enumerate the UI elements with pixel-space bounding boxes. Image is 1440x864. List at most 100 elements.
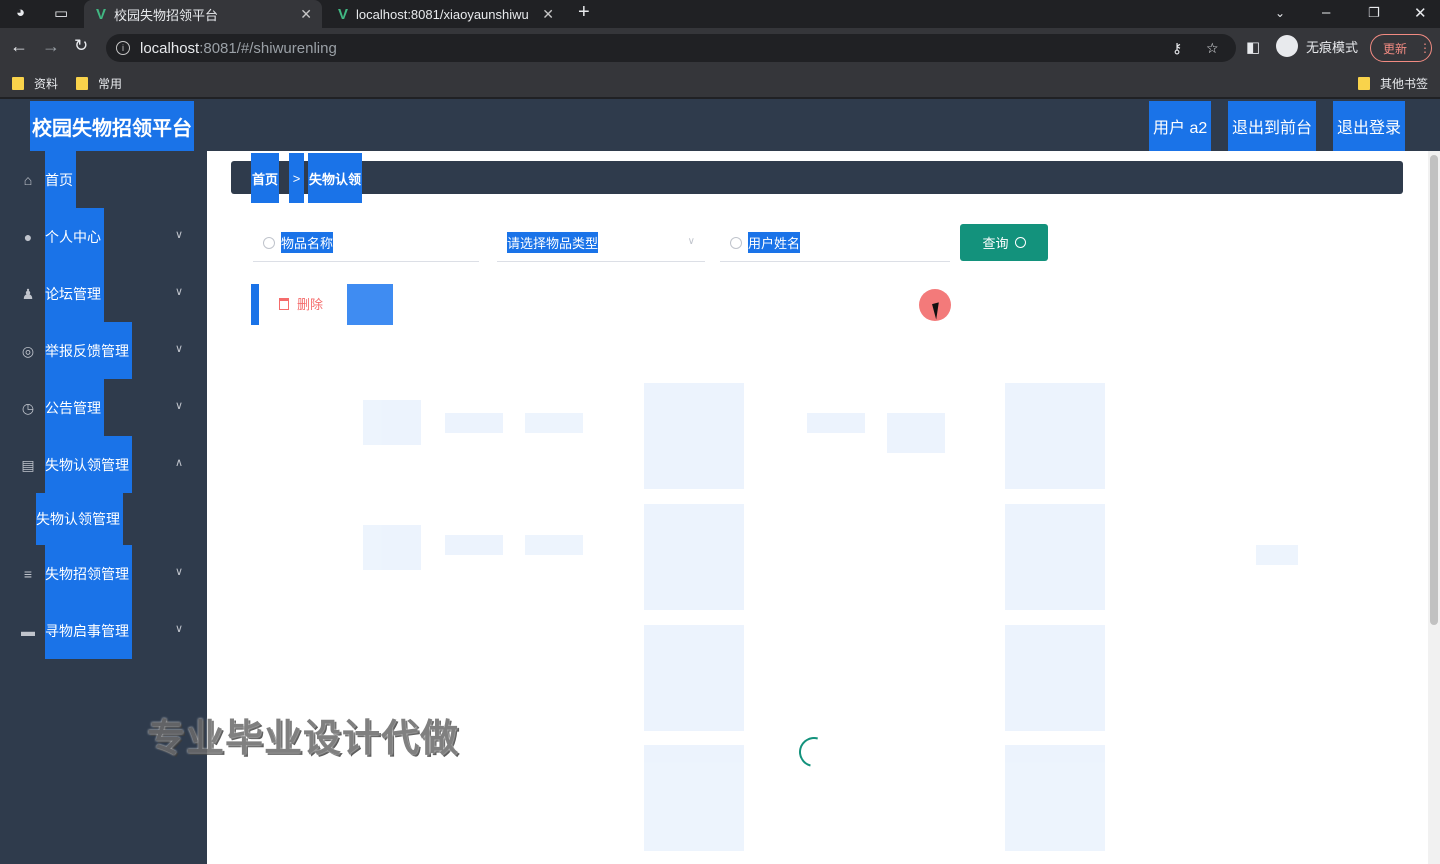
sidebar-item-lost-found[interactable]: ≡ 失物招领管理 ∨ xyxy=(0,545,207,602)
sidebar-item-search-notice[interactable]: ▬ 寻物启事管理 ∨ xyxy=(0,602,207,659)
exit-to-front-button[interactable]: 退出到前台 xyxy=(1228,101,1317,151)
key-icon[interactable]: ⚷ xyxy=(1172,34,1182,62)
table-image-placeholder xyxy=(644,625,744,731)
delete-label: 删除 xyxy=(297,297,324,312)
table-cell-placeholder xyxy=(445,535,503,555)
circle-icon: ◎ xyxy=(21,343,35,359)
home-icon: ⌂ xyxy=(23,172,33,188)
table-cell-placeholder xyxy=(1256,545,1298,565)
user-name-placeholder: 用户姓名 xyxy=(748,232,801,253)
sidebar-item-label: 失物招领管理 xyxy=(45,545,132,602)
search-icon xyxy=(1014,237,1026,248)
sidebar-item-label: 举报反馈管理 xyxy=(45,322,132,379)
sidebar-item-forum[interactable]: ♟ 论坛管理 ∨ xyxy=(0,265,207,322)
breadcrumb-home[interactable]: 首页 xyxy=(251,153,280,203)
folder-icon xyxy=(12,77,24,90)
scrollbar-thumb[interactable] xyxy=(1430,155,1438,625)
bookmark-label: 其他书签 xyxy=(1380,77,1429,91)
clock-icon: ◷ xyxy=(21,400,35,416)
breadcrumb-separator: > xyxy=(289,153,304,203)
user-label: 用户 a2 xyxy=(1149,101,1212,151)
folder-icon xyxy=(1358,77,1370,90)
chevron-down-icon: ∨ xyxy=(175,566,184,578)
query-label: 查询 xyxy=(982,236,1009,251)
table-image-placeholder xyxy=(1005,745,1105,851)
list-icon: ≡ xyxy=(23,566,33,582)
back-icon[interactable]: ← xyxy=(10,36,28,57)
table-image-placeholder xyxy=(1005,625,1105,731)
bookmark-label: 资料 xyxy=(34,77,59,91)
sidebar-item-label: 论坛管理 xyxy=(45,265,104,322)
star-icon[interactable]: ☆ xyxy=(1206,34,1219,62)
action-button[interactable] xyxy=(347,284,393,325)
main-scrollbar[interactable] xyxy=(1428,151,1440,864)
url-host: localhost xyxy=(140,39,200,57)
search-icon xyxy=(263,236,275,249)
delete-button[interactable]: 删除 xyxy=(279,294,323,313)
incognito-label: 无痕模式 xyxy=(1306,39,1359,55)
item-type-select[interactable]: 请选择物品类型 ∨ xyxy=(497,224,705,262)
sidebar-item-label: 公告管理 xyxy=(45,379,104,436)
restore-icon[interactable]: ❐ xyxy=(1368,5,1380,21)
table-cell-placeholder xyxy=(363,525,421,570)
minimize-icon[interactable]: – xyxy=(1322,4,1330,21)
breadcrumb: 首页 > 失物认领 xyxy=(231,153,1403,203)
window-close-icon[interactable]: ✕ xyxy=(1414,4,1427,22)
chevron-down-icon: ∨ xyxy=(175,400,184,412)
sidebar-item-personal-center[interactable]: ● 个人中心 ∨ xyxy=(0,208,207,265)
close-icon[interactable]: ✕ xyxy=(542,6,554,23)
update-button[interactable]: 更新 ⋮ xyxy=(1370,34,1432,62)
bookmarks-bar: 资料 常用 其他书签 xyxy=(0,68,1440,98)
sidebar-item-claim[interactable]: ▤ 失物认领管理 ∧ xyxy=(0,436,207,493)
search-icon xyxy=(730,236,742,249)
table-image-placeholder xyxy=(1005,504,1105,610)
sidepanel-icon[interactable]: ◧ xyxy=(1246,38,1260,56)
chevron-up-icon: ∧ xyxy=(175,457,184,469)
sidebar-item-report[interactable]: ◎ 举报反馈管理 ∨ xyxy=(0,322,207,379)
close-icon[interactable]: ✕ xyxy=(300,6,312,23)
bookmark-folder-data[interactable]: 资料 xyxy=(12,75,58,92)
info-icon[interactable]: i xyxy=(116,41,130,55)
sidebar-item-home[interactable]: ⌂ 首页 xyxy=(0,151,207,208)
chevron-down-icon: ∨ xyxy=(175,343,184,355)
chevron-down-icon: ∨ xyxy=(175,286,184,298)
bookmark-folder-common[interactable]: 常用 xyxy=(76,75,122,92)
logout-button[interactable]: 退出登录 xyxy=(1333,101,1406,151)
sidebar-item-notice[interactable]: ◷ 公告管理 ∨ xyxy=(0,379,207,436)
browser-logo-icon: ◕ xyxy=(16,4,26,21)
user-icon: ● xyxy=(23,229,33,245)
menu-dots-icon: ⋮ xyxy=(1419,41,1431,55)
chevron-down-icon: ∨ xyxy=(175,623,184,635)
data-table-loading xyxy=(251,345,1383,864)
incognito-icon xyxy=(1276,35,1298,57)
tab-second-title: localhost:8081/xiaoyaunshiwu xyxy=(356,6,529,22)
add-button[interactable] xyxy=(251,284,259,325)
user-name-input[interactable]: 用户姓名 xyxy=(720,224,950,262)
bookmark-folder-other[interactable]: 其他书签 xyxy=(1358,75,1428,92)
forward-icon[interactable]: → xyxy=(42,36,60,57)
query-button[interactable]: 查询 xyxy=(960,224,1048,261)
table-image-placeholder xyxy=(644,745,744,851)
monitor-icon: ▬ xyxy=(21,623,35,639)
table-cell-placeholder xyxy=(807,413,865,433)
brand-title: 校园失物招领平台 xyxy=(30,101,194,151)
sidebar-item-label: 寻物启事管理 xyxy=(45,602,132,659)
tab-list-chevron-icon[interactable]: ⌄ xyxy=(1275,6,1285,20)
new-tab-icon[interactable]: + xyxy=(578,1,590,24)
table-image-placeholder xyxy=(644,504,744,610)
incognito-indicator[interactable]: 无痕模式 xyxy=(1276,35,1358,57)
table-cell-placeholder xyxy=(445,413,503,433)
reload-icon[interactable]: ↻ xyxy=(74,36,88,56)
table-image-placeholder xyxy=(644,383,744,489)
person-icon: ♟ xyxy=(21,286,35,302)
tab-second[interactable]: V localhost:8081/xiaoyaunshiwu ✕ xyxy=(326,0,564,28)
tab-search-icon[interactable]: ▭ xyxy=(54,4,68,22)
item-name-input[interactable]: 物品名称 xyxy=(253,224,479,262)
sidebar-subitem-claim-management[interactable]: 失物认领管理 xyxy=(36,493,123,545)
url-path: :8081/#/shiwurenling xyxy=(199,39,337,57)
watermark: 专业毕业设计代做 xyxy=(147,718,460,760)
url-bar[interactable]: i localhost :8081/#/shiwurenling ⚷ ☆ xyxy=(106,34,1236,62)
tab-app[interactable]: V 校园失物招领平台 ✕ xyxy=(84,0,322,28)
browser-tabstrip: ◕ ▭ V 校园失物招领平台 ✕ V localhost:8081/xiaoya… xyxy=(0,0,1440,28)
sidebar-item-label: 个人中心 xyxy=(45,208,104,265)
